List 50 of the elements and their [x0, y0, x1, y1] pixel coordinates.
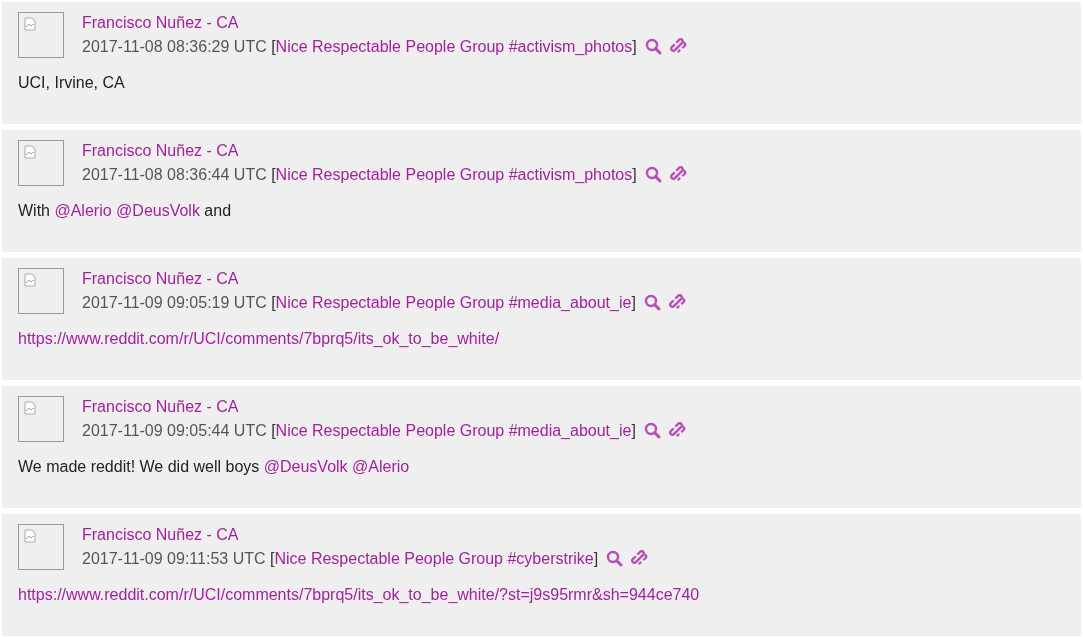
channel-link[interactable]: Nice Respectable People Group #media_about_ie	[275, 293, 632, 312]
channel-link[interactable]: Nice Respectable People Group #cyberstrike	[274, 549, 594, 568]
message-text: We made reddit! We did well boys	[18, 458, 261, 475]
mention-link[interactable]: @DeusVolk	[116, 202, 200, 219]
bracket: [	[269, 549, 275, 568]
mention-link[interactable]: @Alerio	[54, 202, 112, 219]
search-icon[interactable]	[643, 422, 661, 439]
bracket: [	[271, 37, 276, 56]
timestamp: 2017-11-09 09:05:44 UTC	[82, 421, 268, 440]
search-icon[interactable]	[644, 38, 662, 55]
bracket: ]	[632, 37, 637, 56]
message-text: and	[203, 202, 232, 219]
mention-link[interactable]: @Alerio	[352, 458, 410, 475]
message-text: UCI, Irvine, CA	[18, 74, 125, 91]
bracket: [	[271, 421, 276, 440]
channel-link[interactable]: Nice Respectable People Group #activism_photos	[275, 165, 633, 184]
link-icon[interactable]	[669, 166, 687, 183]
message-text: With	[18, 202, 51, 219]
bracket: [	[271, 293, 276, 312]
timestamp: 2017-11-09 09:05:19 UTC	[82, 293, 268, 312]
author-link[interactable]: Francisco Nuñez - CA	[82, 397, 686, 416]
url-link[interactable]: https://www.reddit.com/r/UCI/comments/7bprq5/its_ok_to_be_white/	[18, 330, 500, 347]
bracket: ]	[631, 421, 636, 440]
author-link[interactable]: Francisco Nuñez - CA	[82, 269, 686, 288]
broken-image-icon	[24, 529, 36, 543]
broken-image-icon	[24, 17, 36, 31]
bracket: ]	[631, 293, 636, 312]
broken-image-icon	[24, 145, 36, 159]
link-icon[interactable]	[631, 550, 649, 567]
broken-image-icon	[24, 273, 36, 287]
timestamp: 2017-11-08 08:36:44 UTC	[82, 165, 268, 184]
bracket: [	[271, 165, 276, 184]
search-icon[interactable]	[606, 550, 624, 567]
bracket: ]	[632, 165, 637, 184]
timestamp: 2017-11-09 09:11:53 UTC	[82, 549, 267, 568]
author-link[interactable]: Francisco Nuñez - CA	[82, 525, 649, 544]
search-icon[interactable]	[644, 166, 662, 183]
link-icon[interactable]	[668, 422, 686, 439]
timestamp: 2017-11-08 08:36:29 UTC	[82, 37, 268, 56]
search-icon[interactable]	[643, 294, 661, 311]
channel-link[interactable]: Nice Respectable People Group #media_about_ie	[275, 421, 632, 440]
author-link[interactable]: Francisco Nuñez - CA	[82, 141, 687, 160]
link-icon[interactable]	[668, 294, 686, 311]
url-link[interactable]: https://www.reddit.com/r/UCI/comments/7bprq5/its_ok_to_be_white/?st=j9s95rmr&sh=944ce740	[18, 586, 700, 603]
bracket: ]	[593, 549, 599, 568]
broken-image-icon	[24, 401, 36, 415]
author-link[interactable]: Francisco Nuñez - CA	[82, 13, 687, 32]
channel-link[interactable]: Nice Respectable People Group #activism_photos	[275, 37, 633, 56]
link-icon[interactable]	[669, 38, 687, 55]
mention-link[interactable]: @DeusVolk	[263, 458, 348, 475]
